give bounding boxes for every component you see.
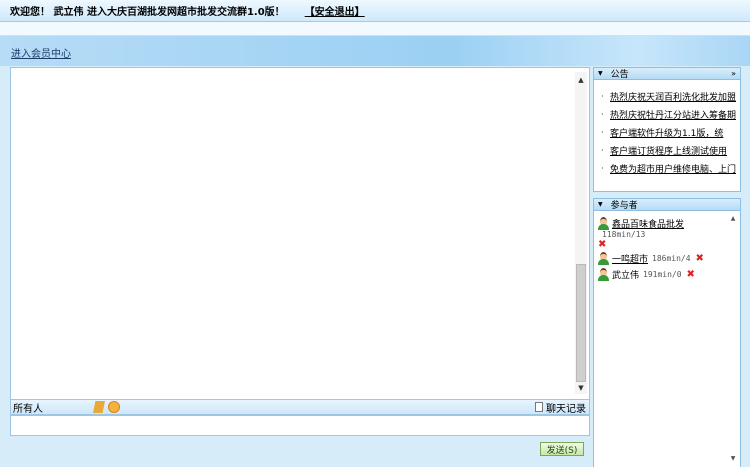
user-avatar-icon <box>598 217 609 230</box>
recipient-selector[interactable]: 所有人 <box>13 400 93 415</box>
participant-name[interactable]: 一鸣超市 <box>612 252 648 265</box>
participants-scrollbar[interactable]: ▲ ▼ <box>728 215 738 465</box>
participants-title: 参与者 <box>610 201 638 211</box>
announcement-item[interactable]: · 客户端软件升级为1.1版，统 <box>601 123 738 141</box>
chat-message-area: ▲ ▼ <box>10 67 590 400</box>
emoticon-icon[interactable] <box>108 401 120 413</box>
top-bar: 欢迎您！ 武立伟 进入大庆百湖批发网超市批发交流群1.0版！ 【安全退出】 <box>0 0 750 22</box>
kick-icon[interactable]: ✖ <box>687 269 695 280</box>
announcement-item[interactable]: · 热烈庆祝天润百利洗化批发加盟 <box>601 87 738 105</box>
scroll-down-icon[interactable]: ▼ <box>728 455 738 462</box>
scroll-down-icon[interactable]: ▼ <box>575 382 587 394</box>
participant-stat: 186min/4 <box>652 253 691 263</box>
chat-scrollbar[interactable]: ▲ ▼ <box>575 72 587 394</box>
document-icon <box>535 402 543 412</box>
collapse-icon[interactable]: ▼ <box>598 201 603 208</box>
collapse-icon[interactable]: ▼ <box>598 70 603 77</box>
participant-name[interactable]: 鑫品百味食品批发 <box>612 217 684 230</box>
announcements-list: · 热烈庆祝天润百利洗化批发加盟 · 热烈庆祝牡丹江分站进入筹备期 · 客户端软件升级… <box>593 80 741 192</box>
announcements-title: 公告 <box>610 70 629 80</box>
announcement-item[interactable]: · 热烈庆祝牡丹江分站进入筹备期 <box>601 105 738 123</box>
member-center-link[interactable]: 进入会员中心 <box>11 45 71 60</box>
participant-row[interactable]: 鑫品百味食品批发 118min/13 ✖ <box>598 217 740 250</box>
message-input[interactable] <box>10 415 590 436</box>
participant-name[interactable]: 武立伟 <box>612 268 639 281</box>
font-icon[interactable] <box>93 401 105 413</box>
welcome-text: 欢迎您！ 武立伟 进入大庆百湖批发网超市批发交流群1.0版！ <box>10 7 285 18</box>
announcement-item[interactable]: · 免费为超市用户维修电脑、上门 <box>601 159 738 177</box>
participant-stat: 118min/13 <box>602 230 646 239</box>
scroll-up-icon[interactable]: ▲ <box>575 74 587 86</box>
participants-header[interactable]: ▼ 参与者 <box>593 198 741 211</box>
chat-history-button[interactable]: 聊天记录 <box>535 400 586 415</box>
user-avatar-icon <box>598 267 609 281</box>
sub-bar <box>0 22 750 36</box>
announcements-header[interactable]: ▼ 公告 » <box>593 67 741 80</box>
announcement-item[interactable]: · 客户端订货程序上线测试使用 <box>601 141 738 159</box>
scroll-up-icon[interactable]: ▲ <box>728 215 738 222</box>
right-column: ▼ 公告 » · 热烈庆祝天润百利洗化批发加盟 · 热烈庆祝牡丹江分站进入筹备期 ·… <box>593 67 741 467</box>
chat-history-label: 聊天记录 <box>546 403 586 415</box>
kick-icon[interactable]: ✖ <box>598 239 726 250</box>
participants-list: 鑫品百味食品批发 118min/13 ✖ 一鸣超市 186min/4 ✖ 武立伟… <box>593 211 741 467</box>
participant-row[interactable]: 一鸣超市 186min/4 ✖ <box>598 250 740 266</box>
user-avatar-icon <box>598 251 609 265</box>
more-icon[interactable]: » <box>731 69 736 78</box>
input-toolbar: 所有人 聊天记录 <box>10 400 590 415</box>
participant-row[interactable]: 武立伟 191min/0 ✖ <box>598 266 740 282</box>
kick-icon[interactable]: ✖ <box>696 253 704 264</box>
send-button[interactable]: 发送(S) <box>540 442 584 456</box>
participant-stat: 191min/0 <box>643 269 682 279</box>
scroll-thumb[interactable] <box>576 264 586 382</box>
member-bar: 进入会员中心 <box>0 36 750 66</box>
logout-link[interactable]: 【安全退出】 <box>305 3 365 18</box>
